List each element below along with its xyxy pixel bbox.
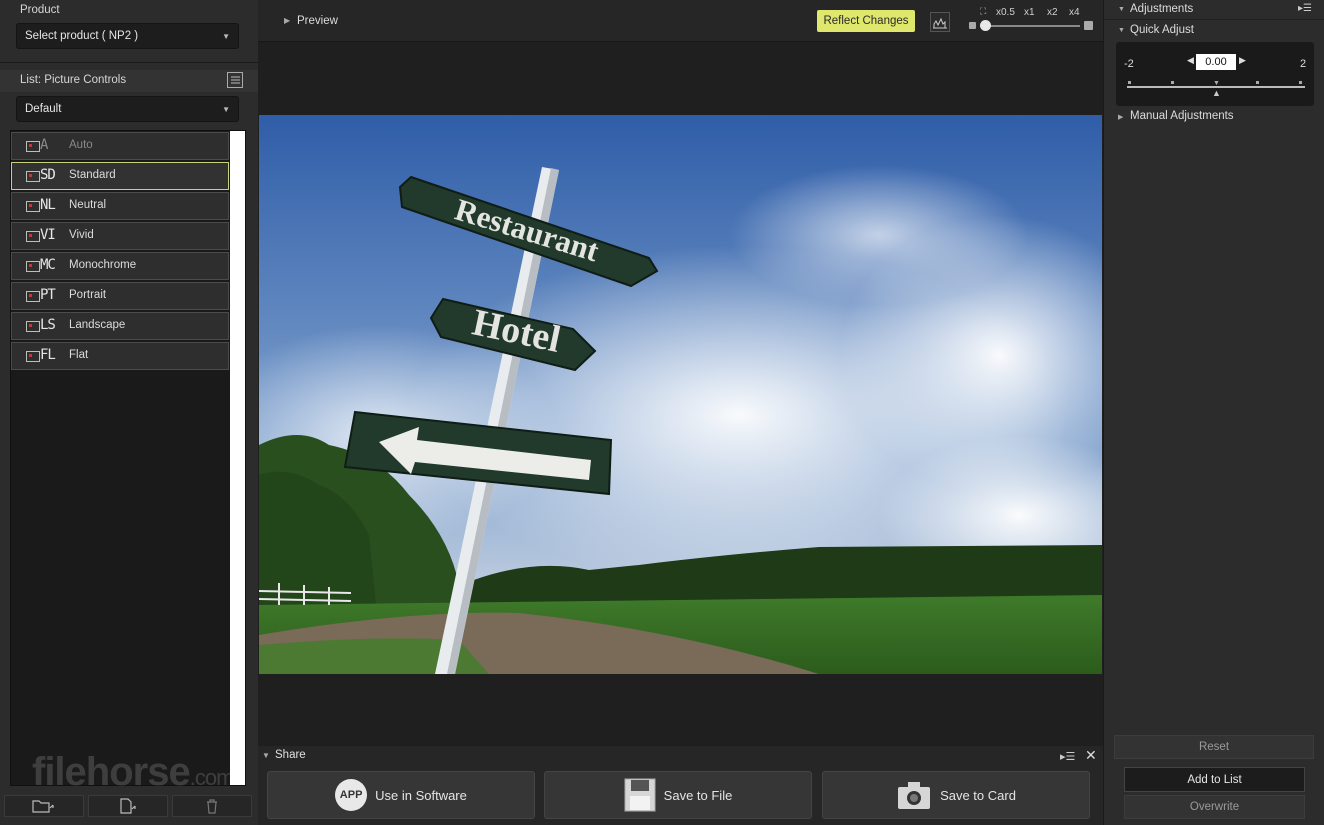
list-item-neutral[interactable]: NL Neutral xyxy=(11,192,229,220)
picture-control-name: Neutral xyxy=(69,199,107,211)
picture-control-icon xyxy=(26,321,40,332)
zoom-label-4[interactable]: x4 xyxy=(1069,7,1080,18)
picture-control-abbr: SD xyxy=(40,167,56,183)
picture-control-icon xyxy=(26,231,40,242)
triangle-down-icon[interactable]: ▼ xyxy=(1118,27,1125,34)
list-item-monochrome[interactable]: MC Monochrome xyxy=(11,252,229,280)
picture-control-icon xyxy=(26,141,40,152)
histogram-icon xyxy=(933,17,947,29)
quick-adjust-thumb[interactable]: ▲ xyxy=(1212,88,1221,98)
list-item-auto[interactable]: A Auto xyxy=(11,132,229,160)
close-icon[interactable]: ✕ xyxy=(1085,747,1097,764)
triangle-right-icon[interactable]: ▶ xyxy=(1118,113,1123,121)
triangle-down-icon[interactable]: ▼ xyxy=(262,751,270,760)
save-to-card-label: Save to Card xyxy=(940,787,1016,803)
camera-icon xyxy=(898,782,931,809)
preview-title: Preview xyxy=(297,15,338,27)
app-icon: APP xyxy=(335,779,368,811)
use-in-software-label: Use in Software xyxy=(375,787,467,803)
picture-control-name: Vivid xyxy=(69,229,94,241)
picture-control-abbr: NL xyxy=(40,197,56,213)
manual-adjustments-title[interactable]: Manual Adjustments xyxy=(1130,110,1234,122)
chevron-down-icon: ▼ xyxy=(222,105,230,114)
fit-icon[interactable]: ⛶ xyxy=(980,6,986,17)
zoom-out-icon[interactable] xyxy=(969,22,976,29)
quick-adjust-max: 2 xyxy=(1300,58,1307,70)
list-select[interactable]: Default ▼ xyxy=(16,96,239,122)
list-select-value: Default xyxy=(25,103,62,115)
picture-control-icon xyxy=(26,291,40,302)
save-to-file-label: Save to File xyxy=(663,787,733,803)
quick-adjust-value[interactable]: 0.00 xyxy=(1196,54,1236,70)
adjustments-panel: ▼ Adjustments ▸☰ ▼ Quick Adjust -2 2 ◀ 0… xyxy=(1103,0,1324,825)
picture-control-icon xyxy=(26,261,40,272)
folder-icon xyxy=(32,800,54,813)
file-export-icon xyxy=(120,798,136,814)
preview-toolbar xyxy=(258,0,1103,42)
picture-control-abbr: LS xyxy=(40,317,56,333)
triangle-down-icon[interactable]: ▼ xyxy=(1118,6,1125,13)
reflect-changes-button[interactable]: Reflect Changes xyxy=(817,10,915,32)
picture-control-abbr: MC xyxy=(40,257,56,273)
picture-control-name: Flat xyxy=(69,349,89,361)
zoom-label-2[interactable]: x2 xyxy=(1047,7,1058,18)
floppy-disk-icon xyxy=(624,778,656,812)
zoom-slider-track[interactable] xyxy=(980,25,1080,27)
picture-control-abbr: A xyxy=(40,137,49,153)
picture-control-name: Standard xyxy=(69,169,116,181)
picture-control-name: Landscape xyxy=(69,319,126,331)
list-item-vivid[interactable]: VI Vivid xyxy=(11,222,229,250)
picture-control-abbr: FL xyxy=(40,347,56,363)
reset-button[interactable]: Reset xyxy=(1114,735,1314,759)
export-button[interactable] xyxy=(88,795,168,817)
trash-icon xyxy=(207,799,217,814)
product-select-value: Select product ( NP2 ) xyxy=(25,30,139,42)
increment-arrow-icon[interactable]: ▶ xyxy=(1239,55,1246,66)
preview-image: Restaurant Hotel xyxy=(259,115,1102,674)
triangle-right-icon[interactable]: ▶ xyxy=(284,16,290,25)
use-in-software-button[interactable]: APP Use in Software xyxy=(267,771,535,819)
histogram-button[interactable] xyxy=(930,12,950,32)
product-section-title: Product xyxy=(20,4,60,16)
decrement-arrow-icon[interactable]: ◀ xyxy=(1187,55,1194,66)
list-section-title: List: Picture Controls xyxy=(20,74,127,86)
product-select[interactable]: Select product ( NP2 ) ▼ xyxy=(16,23,239,49)
left-panel: Product Select product ( NP2 ) ▼ List: P… xyxy=(0,0,258,825)
picture-control-name: Portrait xyxy=(69,289,107,301)
picture-control-abbr: VI xyxy=(40,227,56,243)
save-to-file-button[interactable]: Save to File xyxy=(544,771,812,819)
delete-button[interactable] xyxy=(172,795,252,817)
preview-area: ▶ Preview Reflect Changes ⛶ x0.5 x1 x2 x… xyxy=(258,0,1103,825)
quick-adjust-min: -2 xyxy=(1124,58,1134,70)
list-item-flat[interactable]: FL Flat xyxy=(11,342,229,370)
list-scrollbar[interactable] xyxy=(230,131,245,785)
list-item-portrait[interactable]: PT Portrait xyxy=(11,282,229,310)
quick-adjust-box: -2 2 ◀ 0.00 ▶ ▼ ▲ xyxy=(1116,42,1314,106)
list-item-landscape[interactable]: LS Landscape xyxy=(11,312,229,340)
share-title: Share xyxy=(275,749,306,761)
list-menu-icon[interactable] xyxy=(227,72,243,88)
add-to-list-button[interactable]: Add to List xyxy=(1124,767,1305,792)
picture-control-icon xyxy=(26,351,40,362)
picture-control-icon xyxy=(26,201,40,212)
zoom-slider-thumb[interactable] xyxy=(980,20,991,31)
panel-menu-icon[interactable]: ▸☰ xyxy=(1298,3,1312,14)
overwrite-button[interactable]: Overwrite xyxy=(1124,795,1305,819)
zoom-in-icon[interactable] xyxy=(1084,21,1093,30)
open-folder-button[interactable] xyxy=(4,795,84,817)
panel-menu-icon[interactable]: ▸☰ xyxy=(1060,750,1075,763)
zoom-label-0_5[interactable]: x0.5 xyxy=(996,7,1015,18)
picture-control-name: Monochrome xyxy=(69,259,137,271)
save-to-card-button[interactable]: Save to Card xyxy=(822,771,1090,819)
picture-control-name: Auto xyxy=(69,139,93,151)
picture-control-abbr: PT xyxy=(40,287,56,303)
watermark-logo: filehorse.com xyxy=(32,750,234,794)
list-item-standard[interactable]: SD Standard xyxy=(11,162,229,190)
zoom-label-1[interactable]: x1 xyxy=(1024,7,1035,18)
quick-adjust-title: Quick Adjust xyxy=(1130,24,1194,36)
picture-control-icon xyxy=(26,171,40,182)
chevron-down-icon: ▼ xyxy=(222,32,230,41)
adjustments-title: Adjustments xyxy=(1130,3,1194,15)
